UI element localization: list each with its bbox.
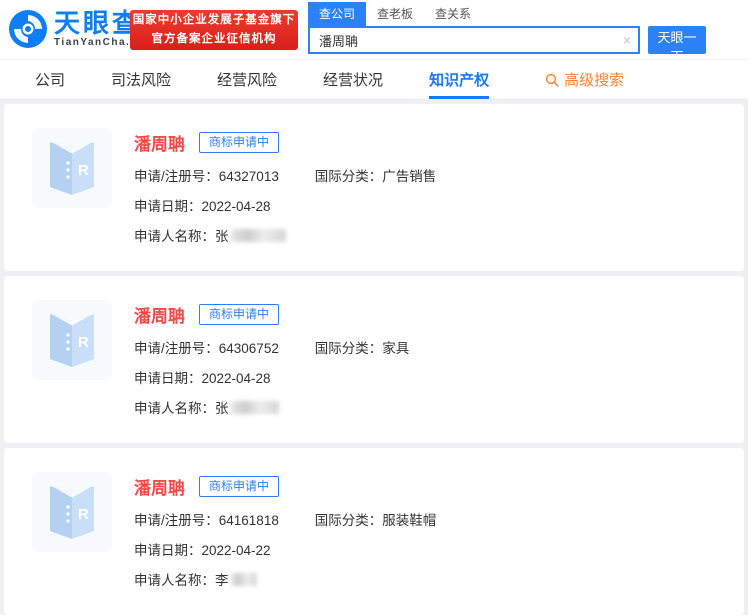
reg-no-label: 申请/注册号： [134,341,219,356]
search-input[interactable] [310,28,638,52]
intl-class-value: 服装鞋帽 [382,513,437,528]
tab-intellectual-property[interactable]: 知识产权 [429,60,490,99]
search-tab-boss[interactable]: 查老板 [366,2,424,26]
gov-certification-badge: 国家中小企业发展子基金旗下 官方备案企业征信机构 [130,10,298,50]
trademark-card: R 潘周聃 商标申请中 申请/注册号：64306752 国际分类：家具 申请日期… [4,276,744,443]
trademark-card: R 潘周聃 商标申请中 申请/注册号：64327013 国际分类：广告销售 申请… [4,104,744,271]
applicant-label: 申请人名称： [134,401,215,416]
reg-no-value: 64327013 [218,169,279,184]
search-button[interactable]: 天眼一下 [648,26,706,64]
intl-class-label: 国际分类： [314,169,383,184]
intl-class-value: 广告销售 [382,169,437,184]
search-tabs: 查公司 查老板 查关系 [308,2,708,26]
search-module: 查公司 查老板 查关系 × 天眼一下 [308,2,708,64]
apply-date-value: 2022-04-28 [201,199,271,214]
trademark-book-icon: R [50,142,94,195]
clear-input-icon[interactable]: × [623,32,631,48]
status-badge: 商标申请中 [199,304,280,325]
gov-badge-line2: 官方备案企业征信机构 [151,33,277,45]
trademark-name[interactable]: 潘周聃 [134,474,185,499]
applicant-label: 申请人名称： [134,229,215,244]
tab-operation-status[interactable]: 经营状况 [323,60,383,99]
status-badge: 商标申请中 [199,132,280,153]
applicant-redacted [230,401,279,414]
reg-no-value: 64161818 [218,513,279,528]
applicant-value: 李 [215,573,229,588]
intl-class-label: 国际分类： [314,341,383,356]
applicant-redacted [230,229,286,242]
apply-date-label: 申请日期： [134,371,202,386]
apply-date-value: 2022-04-22 [201,543,271,558]
intl-class-label: 国际分类： [314,513,383,528]
svg-text:R: R [78,334,89,351]
header: 天眼查 TianYanCha.com 国家中小企业发展子基金旗下 官方备案企业征… [0,0,748,64]
intl-class-value: 家具 [382,341,410,356]
applicant-value: 张 [215,401,229,416]
tab-operation-risk[interactable]: 经营风险 [217,60,277,99]
reg-no-label: 申请/注册号： [134,169,219,184]
trademark-book-icon: R [50,486,94,539]
trademark-card: R 潘周聃 商标申请中 申请/注册号：64161818 国际分类：服装鞋帽 申请… [4,448,744,615]
section-nav: 公司 司法风险 经营风险 经营状况 知识产权 高级搜索 [0,60,748,100]
trademark-thumbnail[interactable]: R [32,472,112,552]
results-list: R 潘周聃 商标申请中 申请/注册号：64327013 国际分类：广告销售 申请… [0,100,748,615]
tab-company[interactable]: 公司 [35,60,65,99]
search-tab-company[interactable]: 查公司 [308,2,367,26]
svg-text:R: R [78,162,89,179]
status-badge: 商标申请中 [199,476,280,497]
trademark-book-icon: R [50,314,94,367]
apply-date-value: 2022-04-28 [201,371,271,386]
svg-text:R: R [78,506,89,523]
reg-no-value: 64306752 [218,341,279,356]
gov-badge-line1: 国家中小企业发展子基金旗下 [132,14,296,26]
applicant-value: 张 [215,229,229,244]
apply-date-label: 申请日期： [134,543,202,558]
apply-date-label: 申请日期： [134,199,202,214]
advanced-search-link[interactable]: 高级搜索 [545,60,624,99]
search-icon [545,73,559,87]
applicant-label: 申请人名称： [134,573,215,588]
tianyancha-eye-icon [8,9,48,49]
advanced-search-label: 高级搜索 [564,72,625,89]
trademark-name[interactable]: 潘周聃 [134,302,185,327]
trademark-thumbnail[interactable]: R [32,300,112,380]
trademark-thumbnail[interactable]: R [32,128,112,208]
trademark-name[interactable]: 潘周聃 [134,130,185,155]
tab-judicial-risk[interactable]: 司法风险 [111,60,171,99]
search-tab-relation[interactable]: 查关系 [424,2,482,26]
applicant-redacted [230,573,257,586]
reg-no-label: 申请/注册号： [134,513,219,528]
